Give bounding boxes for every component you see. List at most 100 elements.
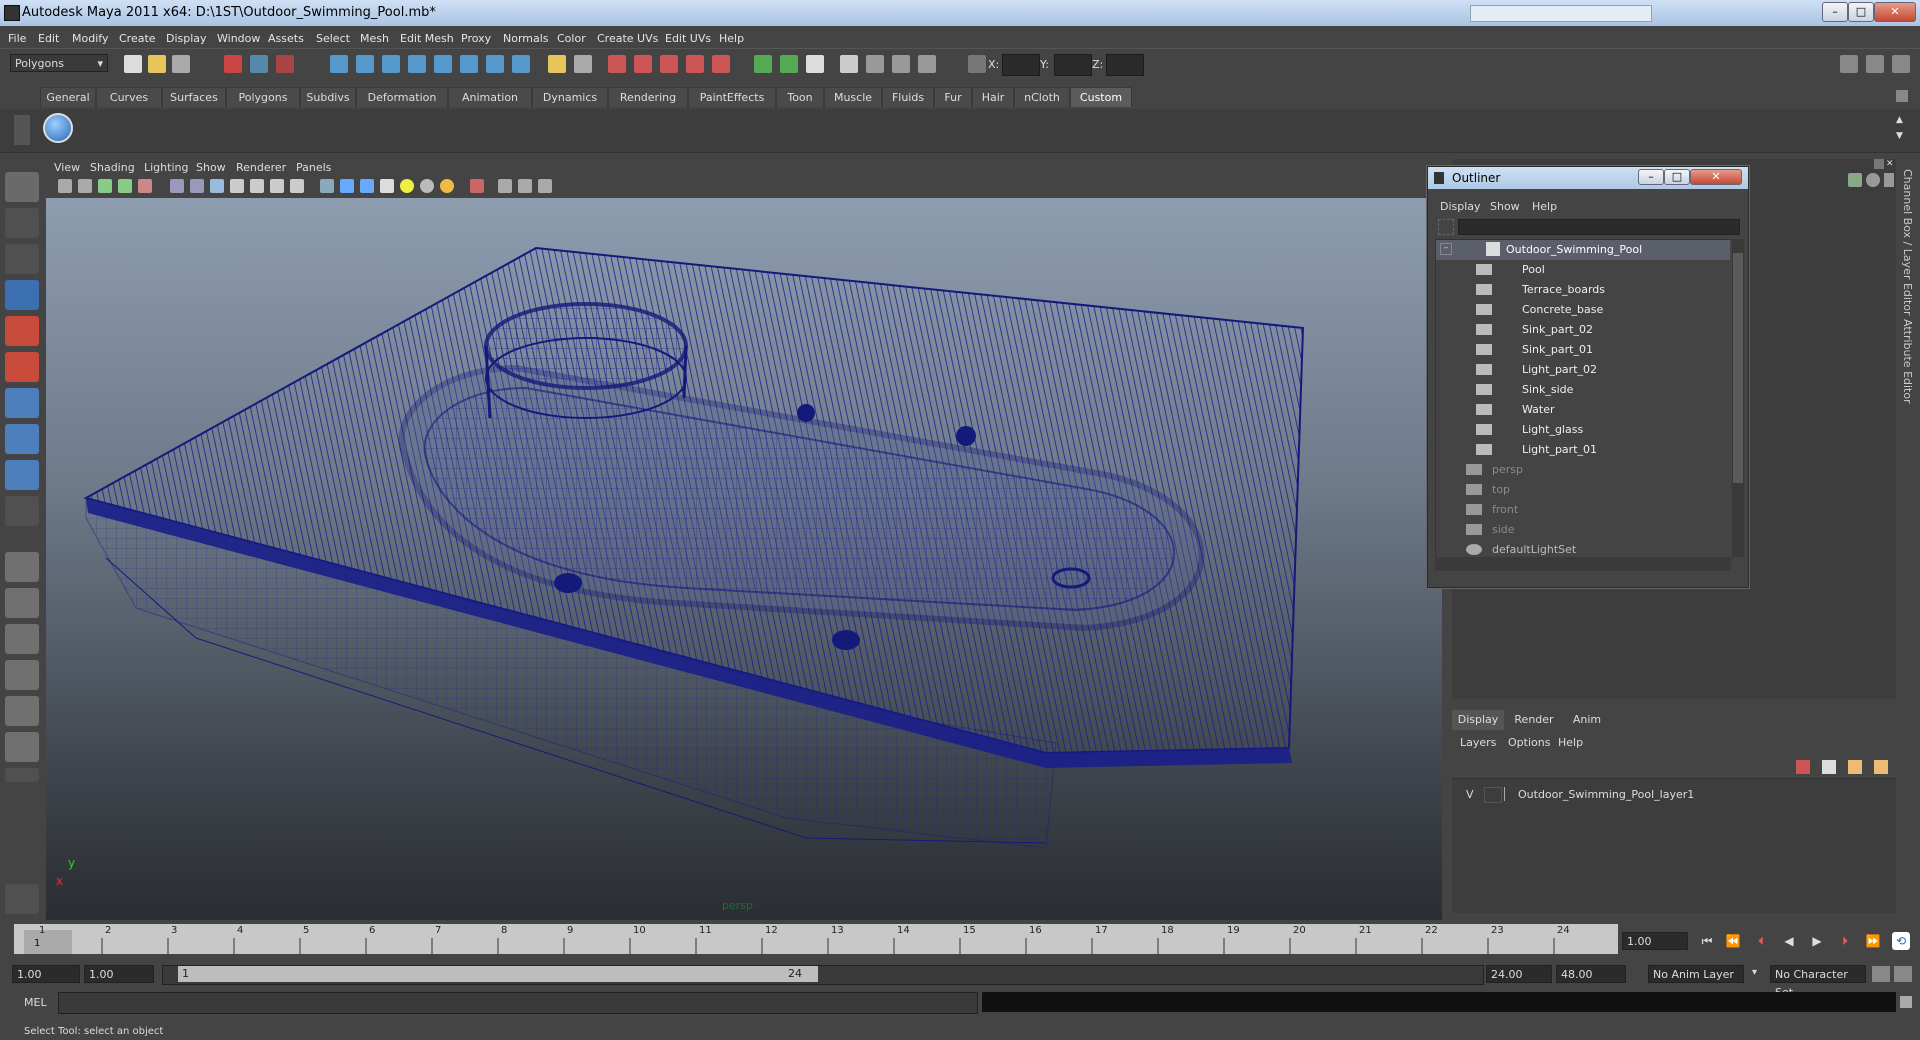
- safe-action-icon[interactable]: [270, 179, 284, 193]
- bookmark-icon[interactable]: [98, 179, 112, 193]
- universal-manipulator-icon[interactable]: [5, 388, 39, 418]
- play-forward-icon[interactable]: ▶: [1808, 932, 1826, 950]
- outliner-vertical-scrollbar[interactable]: [1732, 239, 1744, 557]
- range-slider-thumb[interactable]: 1 24: [178, 966, 818, 982]
- layer-tab-display[interactable]: Display: [1452, 710, 1504, 730]
- lock-icon[interactable]: [548, 55, 566, 73]
- hypershade-icon[interactable]: [686, 55, 704, 73]
- viewport-menu-panels[interactable]: Panels: [296, 161, 331, 174]
- outliner-scroll-thumb[interactable]: [1733, 253, 1743, 483]
- outliner-title-bar[interactable]: Outliner – □ ✕: [1428, 167, 1748, 189]
- snap-curve-icon[interactable]: [356, 55, 374, 73]
- layout-more-icon[interactable]: [5, 768, 39, 782]
- viewport-menu-show[interactable]: Show: [196, 161, 226, 174]
- channel-box-pin-icon[interactable]: [1884, 173, 1894, 187]
- channel-box-mode-icon[interactable]: [1848, 173, 1862, 187]
- shelf-tab-custom[interactable]: Custom: [1070, 87, 1132, 107]
- menu-color[interactable]: Color: [557, 32, 586, 45]
- end-time-field[interactable]: 48.00: [1556, 965, 1626, 983]
- z-field[interactable]: [1106, 54, 1144, 76]
- outliner-row[interactable]: Light_glass: [1436, 420, 1730, 440]
- chevron-down-icon[interactable]: ▾: [1752, 967, 1757, 978]
- menu-help[interactable]: Help: [719, 32, 744, 45]
- panel-close-icon[interactable]: ✕: [1886, 159, 1896, 169]
- isolate-select-icon[interactable]: [498, 179, 512, 193]
- new-layer-icon[interactable]: [1796, 760, 1810, 774]
- shelf-tab-ncloth[interactable]: nCloth: [1014, 87, 1070, 107]
- outliner-row[interactable]: Light_part_01: [1436, 440, 1730, 460]
- open-scene-icon[interactable]: [148, 55, 166, 73]
- layout-graph-editor-icon[interactable]: [5, 732, 39, 762]
- shelf-tab-animation[interactable]: Animation: [448, 87, 532, 107]
- render-icon[interactable]: [608, 55, 626, 73]
- outliner-row[interactable]: Sink_part_02: [1436, 320, 1730, 340]
- start-range-field[interactable]: 1.00: [84, 965, 154, 983]
- menu-window[interactable]: Window: [217, 32, 260, 45]
- snap-surface-icon[interactable]: [434, 55, 452, 73]
- soft-modification-icon[interactable]: [5, 424, 39, 454]
- perspective-viewport[interactable]: x y persp: [46, 198, 1442, 920]
- two-d-pan-zoom-icon[interactable]: [138, 179, 152, 193]
- layer-tab-anim[interactable]: Anim: [1564, 710, 1610, 730]
- xray-icon[interactable]: [470, 179, 484, 193]
- shelf-tab-fur[interactable]: Fur: [934, 87, 972, 107]
- numeric-input-icon[interactable]: [918, 55, 936, 73]
- field-chart-icon[interactable]: [250, 179, 264, 193]
- outliner-row[interactable]: Terrace_boards: [1436, 280, 1730, 300]
- menu-create-uvs[interactable]: Create UVs: [597, 32, 658, 45]
- lasso-tool-icon[interactable]: [5, 208, 39, 238]
- grid-toggle-icon[interactable]: [170, 179, 184, 193]
- quick-layout-icon[interactable]: [5, 884, 39, 914]
- menu-proxy[interactable]: Proxy: [461, 32, 491, 45]
- show-manipulator-icon[interactable]: [5, 460, 39, 490]
- go-to-start-icon[interactable]: ⏮: [1698, 932, 1716, 950]
- layer-tab-render[interactable]: Render: [1506, 710, 1562, 730]
- clipboard-icon[interactable]: [806, 55, 824, 73]
- custom-shelf-button-icon[interactable]: [43, 113, 73, 143]
- layout-single-perspective-icon[interactable]: [5, 552, 39, 582]
- attribute-editor-toggle-icon[interactable]: [1866, 55, 1884, 73]
- layer-menu-help[interactable]: Help: [1558, 736, 1583, 749]
- snap-point-icon[interactable]: [382, 55, 400, 73]
- viewport-menu-view[interactable]: View: [54, 161, 80, 174]
- y-field[interactable]: [1054, 54, 1092, 76]
- select-by-name-icon[interactable]: [840, 55, 858, 73]
- layer-color-swatch[interactable]: [1504, 787, 1515, 801]
- time-slider[interactable]: 1 1 2 3 4 5 6 7 8 9 10 11 12 13 14 15 16 17 18 19 20 21 22 23 2…: [14, 924, 1618, 954]
- auto-key-icon[interactable]: ⟲: [1892, 932, 1910, 950]
- outliner-root-row[interactable]: – Outdoor_Swimming_Pool: [1436, 240, 1730, 260]
- shelf-tab-curves[interactable]: Curves: [96, 87, 162, 107]
- ipr-render-icon[interactable]: [634, 55, 652, 73]
- xray-joints-icon[interactable]: [518, 179, 532, 193]
- outliner-camera-row[interactable]: side: [1436, 520, 1730, 540]
- layer-type-toggle[interactable]: [1484, 787, 1502, 803]
- layer-move-up-icon[interactable]: [1848, 760, 1862, 774]
- menu-edit[interactable]: Edit: [38, 32, 59, 45]
- layer-visibility-toggle[interactable]: V: [1466, 788, 1480, 801]
- paint-select-tool-icon[interactable]: [5, 244, 39, 274]
- outliner-maximize-button[interactable]: □: [1664, 169, 1690, 185]
- start-time-field[interactable]: 1.00: [12, 965, 80, 983]
- snap-live-icon[interactable]: [486, 55, 504, 73]
- shelf-tab-deformation[interactable]: Deformation: [356, 87, 448, 107]
- attribute-editor-side-tab[interactable]: Attribute Editor: [1901, 319, 1914, 404]
- film-gate-icon[interactable]: [190, 179, 204, 193]
- shelf-tab-dynamics[interactable]: Dynamics: [532, 87, 608, 107]
- shelf-tab-fluids[interactable]: Fluids: [882, 87, 934, 107]
- step-back-icon[interactable]: ⏪: [1724, 932, 1742, 950]
- gate-mask-icon[interactable]: [230, 179, 244, 193]
- viewport-menu-renderer[interactable]: Renderer: [236, 161, 286, 174]
- shelf-tab-general[interactable]: General: [40, 87, 96, 107]
- layout-persp-outliner-icon[interactable]: [5, 624, 39, 654]
- select-object-icon[interactable]: [250, 55, 268, 73]
- xray-components-icon[interactable]: [538, 179, 552, 193]
- textured-icon[interactable]: [380, 179, 394, 193]
- outliner-menu-display[interactable]: Display: [1440, 200, 1481, 213]
- shelf-tab-subdivs[interactable]: Subdivs: [300, 87, 356, 107]
- shelf-tab-painteffects[interactable]: PaintEffects: [688, 87, 776, 107]
- save-scene-icon[interactable]: [172, 55, 190, 73]
- shelf-tab-surfaces[interactable]: Surfaces: [162, 87, 226, 107]
- menu-select[interactable]: Select: [316, 32, 350, 45]
- outliner-row[interactable]: Concrete_base: [1436, 300, 1730, 320]
- snap-grid2-icon[interactable]: [460, 55, 478, 73]
